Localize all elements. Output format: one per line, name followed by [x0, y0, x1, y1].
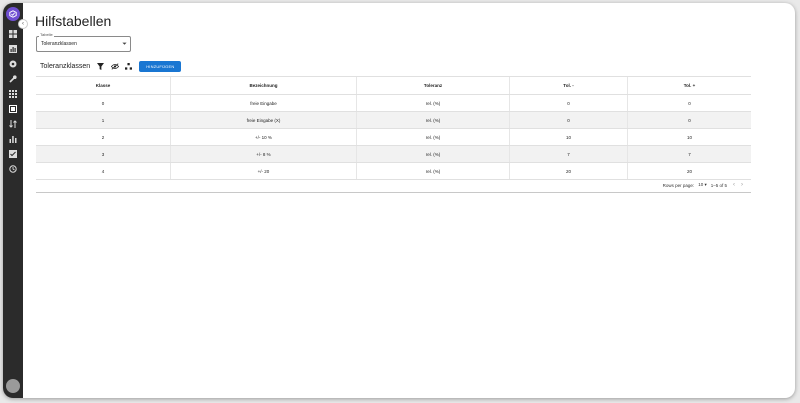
- column-header-toleranz[interactable]: Toleranz: [357, 77, 510, 94]
- table-select-value: Toleranzklassen: [41, 41, 77, 47]
- app-window: ‹ Hilfstabellen Tabelle Toleranzklassen …: [3, 3, 795, 398]
- column-header-tol-plus[interactable]: Tol. +: [628, 77, 751, 94]
- table-cell: 20: [686, 168, 692, 174]
- table-cell: 10: [686, 134, 692, 140]
- table-select-label: Tabelle: [39, 32, 54, 37]
- table-row[interactable]: 4 +/- 20 rel. (%) 20 20: [36, 163, 751, 180]
- next-page-icon[interactable]: ›: [741, 182, 743, 188]
- table-row[interactable]: 3 +/- 8 % rel. (%) 7 7: [36, 146, 751, 163]
- table-cell: 7: [688, 151, 691, 157]
- wrench-icon[interactable]: [8, 74, 18, 84]
- table-select[interactable]: Tabelle Toleranzklassen: [36, 32, 131, 52]
- hide-columns-icon[interactable]: [110, 62, 119, 71]
- rows-per-page-label: Rows per page:: [662, 182, 695, 188]
- table-cell: rel. (%): [357, 112, 510, 128]
- table-row[interactable]: 1 freie Eingabe (X) rel. (%) 0 0: [36, 112, 751, 129]
- table-cell: +/- 8 %: [171, 146, 357, 162]
- rows-per-page-select[interactable]: 10 ▾: [698, 182, 707, 188]
- chevron-down-icon: [122, 42, 127, 45]
- document-icon[interactable]: [8, 149, 18, 159]
- grid-icon[interactable]: [8, 89, 18, 99]
- data-table: Klasse Bezeichnung Toleranz Tol. - Tol. …: [36, 76, 751, 180]
- main-content: Hilfstabellen Tabelle Toleranzklassen To…: [23, 3, 795, 398]
- pagination: Rows per page: 10 ▾ 1–5 of 5 ‹ ›: [36, 180, 751, 193]
- table-toolbar: Toleranzklassen HINZUFÜGEN: [40, 60, 182, 72]
- table-row[interactable]: 0 freie Eingabe rel. (%) 0 0: [36, 95, 751, 112]
- table-icon[interactable]: [8, 104, 18, 114]
- table-cell: 0: [688, 117, 691, 123]
- dashboard-icon[interactable]: [8, 29, 18, 39]
- column-header-bezeichnung[interactable]: Bezeichnung: [171, 77, 357, 94]
- table-cell: freie Eingabe (X): [171, 112, 357, 128]
- chevron-down-icon: ▾: [704, 182, 707, 187]
- table-header-row: Klasse Bezeichnung Toleranz Tol. - Tol. …: [36, 77, 751, 95]
- table-cell: 10: [510, 129, 628, 145]
- page-title: Hilfstabellen: [35, 13, 112, 29]
- table-cell: 0: [688, 100, 691, 106]
- chart-icon[interactable]: [8, 44, 18, 54]
- table-cell: rel. (%): [357, 95, 510, 111]
- history-icon[interactable]: [8, 164, 18, 174]
- table-cell: 0: [510, 112, 628, 128]
- column-header-tol-minus[interactable]: Tol. -: [510, 77, 628, 94]
- table-cell: 7: [510, 146, 628, 162]
- bar-chart-icon[interactable]: [8, 134, 18, 144]
- table-cell: +/- 20: [171, 163, 357, 179]
- add-button[interactable]: HINZUFÜGEN: [139, 60, 182, 72]
- table-cell: 3: [36, 146, 171, 162]
- table-cell: rel. (%): [357, 129, 510, 145]
- table-cell: rel. (%): [357, 146, 510, 162]
- avatar[interactable]: [6, 379, 20, 393]
- column-header-klasse[interactable]: Klasse: [36, 77, 171, 94]
- logo-icon[interactable]: [6, 7, 20, 21]
- settings-gear-icon[interactable]: [8, 59, 18, 69]
- table-cell: 0: [510, 95, 628, 111]
- table-cell: 4: [36, 163, 171, 179]
- table-cell: +/- 10 %: [171, 129, 357, 145]
- table-cell: 2: [36, 129, 171, 145]
- rows-per-page-value: 10: [698, 182, 704, 187]
- pagination-range: 1–5 of 5: [710, 182, 727, 188]
- table-cell: rel. (%): [357, 163, 510, 179]
- previous-page-icon[interactable]: ‹: [733, 182, 735, 188]
- table-cell: 1: [36, 112, 171, 128]
- table-cell: freie Eingabe: [171, 95, 357, 111]
- sort-icon[interactable]: [8, 119, 18, 129]
- sidebar: ‹: [3, 3, 28, 398]
- table-cell: 20: [510, 163, 628, 179]
- group-icon[interactable]: [124, 62, 133, 71]
- table-cell: 0: [36, 95, 171, 111]
- table-row[interactable]: 2 +/- 10 % rel. (%) 10 10: [36, 129, 751, 146]
- filter-icon[interactable]: [96, 62, 105, 71]
- table-title: Toleranzklassen: [40, 62, 91, 70]
